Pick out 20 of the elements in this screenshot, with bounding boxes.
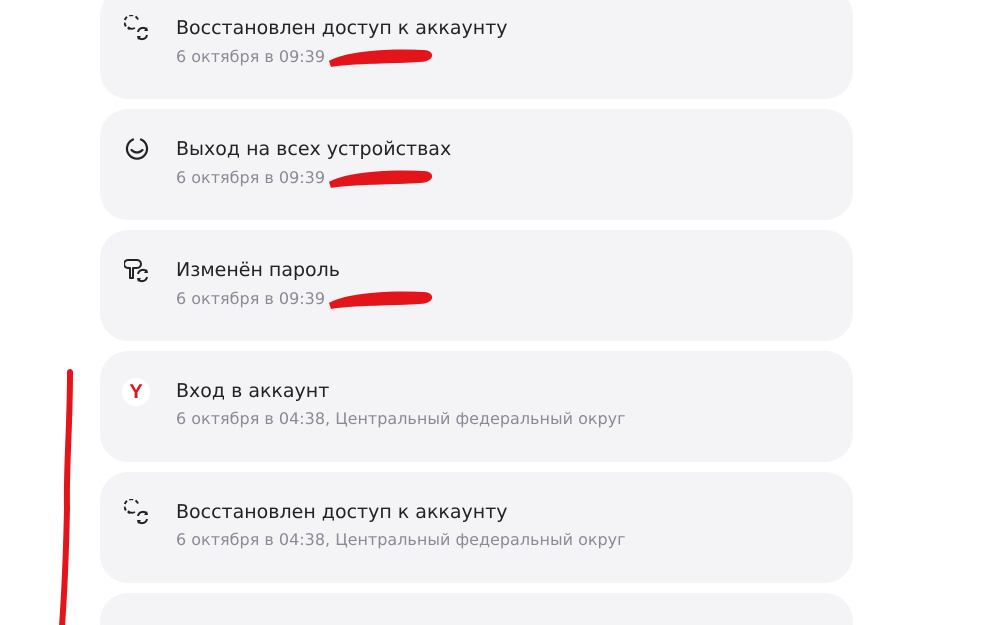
event-details: 6 октября в 04:38, Центральный федеральный округ: [176, 529, 626, 551]
logout-icon: [124, 136, 150, 162]
event-card[interactable]: Восстановлен доступ к аккаунту 6 октября в 04:38, Центральный федеральный округ: [100, 472, 853, 583]
event-card[interactable]: Выход на всех устройствах 6 октября в 09:39: [100, 109, 853, 220]
event-card[interactable]: Изменён пароль 6 октября в 09:39: [100, 230, 853, 341]
event-card[interactable]: Восстановлен доступ к аккаунту 6 октября в 09:39: [100, 0, 853, 99]
event-title: Выход на всех устройствах: [176, 137, 452, 162]
logo-icon: Y: [122, 378, 150, 406]
key-icon: [124, 257, 150, 283]
restore-icon: [124, 15, 150, 41]
event-card[interactable]: Y Вход в аккаунт 6 октября в 04:38, Центральный федеральный округ: [100, 351, 853, 462]
event-details: 6 октября в 09:39: [176, 167, 326, 189]
event-details: 6 октября в 09:39: [176, 46, 326, 68]
event-title: Восстановлен доступ к аккаунту: [176, 16, 508, 41]
event-title: Изменён пароль: [176, 258, 342, 283]
restore-icon: [124, 499, 150, 525]
event-title: Восстановлен доступ к аккаунту: [176, 500, 509, 525]
event-title: Вход в аккаунт: [176, 379, 330, 404]
event-details: 6 октября в 04:38, Центральный федеральный округ: [176, 408, 626, 430]
event-details: 6 октября в 09:39: [176, 288, 326, 310]
